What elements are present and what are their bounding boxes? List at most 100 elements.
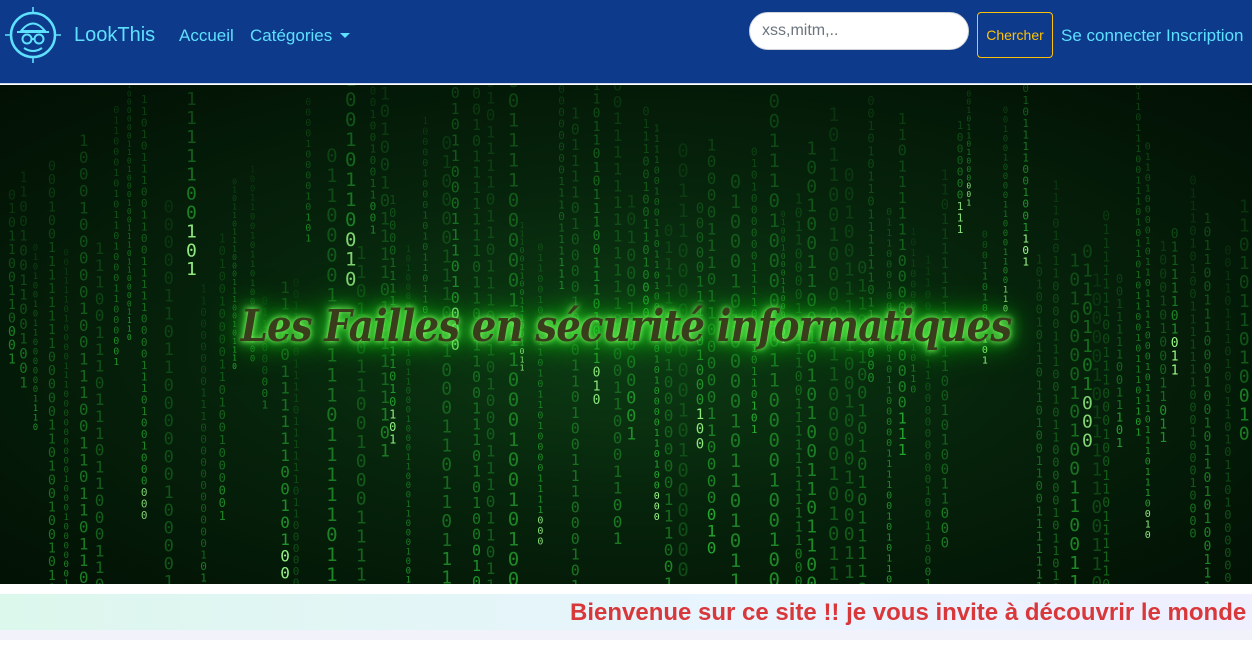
svg-text:1: 1 bbox=[1036, 580, 1043, 584]
svg-text:1: 1 bbox=[537, 369, 543, 380]
svg-text:1: 1 bbox=[356, 508, 367, 529]
categories-dropdown[interactable]: Catégories bbox=[250, 26, 351, 46]
svg-text:0: 0 bbox=[64, 485, 69, 495]
svg-text:0: 0 bbox=[730, 171, 741, 193]
svg-text:0: 0 bbox=[696, 260, 704, 276]
categories-label: Catégories bbox=[250, 26, 333, 45]
svg-text:0: 0 bbox=[537, 358, 543, 369]
svg-text:1: 1 bbox=[806, 536, 817, 557]
signup-link[interactable]: Inscription bbox=[1166, 26, 1243, 46]
svg-text:0: 0 bbox=[64, 333, 69, 343]
svg-text:0: 0 bbox=[326, 404, 337, 426]
svg-text:1: 1 bbox=[219, 509, 226, 523]
svg-text:0: 0 bbox=[1145, 173, 1151, 184]
svg-text:0: 0 bbox=[769, 449, 780, 471]
svg-text:1: 1 bbox=[508, 489, 519, 511]
svg-text:0: 0 bbox=[828, 184, 839, 206]
svg-text:0: 0 bbox=[1145, 278, 1151, 289]
svg-text:0: 0 bbox=[769, 230, 780, 252]
svg-text:1: 1 bbox=[441, 473, 452, 494]
svg-text:1: 1 bbox=[941, 183, 949, 199]
svg-text:1: 1 bbox=[941, 242, 949, 258]
svg-text:0: 0 bbox=[19, 302, 27, 318]
svg-text:0: 0 bbox=[19, 214, 27, 230]
svg-text:0: 0 bbox=[677, 559, 688, 581]
svg-text:1: 1 bbox=[422, 116, 428, 127]
svg-text:0: 0 bbox=[113, 158, 119, 169]
nav-link-home[interactable]: Accueil bbox=[179, 26, 234, 46]
svg-text:1: 1 bbox=[677, 400, 688, 422]
svg-text:0: 0 bbox=[508, 190, 519, 212]
svg-text:1: 1 bbox=[422, 263, 428, 274]
svg-text:0: 0 bbox=[677, 420, 688, 442]
svg-text:0: 0 bbox=[508, 210, 519, 232]
svg-text:0: 0 bbox=[677, 459, 688, 481]
svg-text:0: 0 bbox=[844, 165, 855, 186]
svg-text:0: 0 bbox=[769, 90, 780, 112]
svg-text:0: 0 bbox=[654, 481, 660, 492]
svg-text:0: 0 bbox=[886, 407, 892, 418]
svg-text:0: 0 bbox=[654, 386, 660, 397]
svg-text:1: 1 bbox=[828, 563, 839, 584]
svg-text:1: 1 bbox=[1069, 496, 1080, 517]
svg-text:1: 1 bbox=[941, 359, 949, 375]
login-link[interactable]: Se connecter bbox=[1061, 26, 1161, 46]
search-button[interactable]: Chercher bbox=[977, 12, 1053, 58]
svg-text:1: 1 bbox=[19, 288, 27, 304]
svg-text:0: 0 bbox=[19, 258, 27, 274]
brand-link[interactable]: LookThis bbox=[4, 6, 155, 64]
svg-text:1: 1 bbox=[537, 484, 543, 495]
svg-text:1: 1 bbox=[326, 484, 337, 506]
svg-text:0: 0 bbox=[422, 148, 428, 159]
svg-text:1: 1 bbox=[828, 144, 839, 166]
svg-text:0: 0 bbox=[769, 549, 780, 571]
svg-text:1: 1 bbox=[941, 403, 949, 419]
svg-text:1: 1 bbox=[654, 218, 660, 229]
svg-text:1: 1 bbox=[1145, 236, 1151, 247]
svg-text:0: 0 bbox=[941, 389, 949, 405]
svg-text:0: 0 bbox=[64, 466, 69, 476]
svg-text:0: 0 bbox=[441, 379, 452, 400]
svg-text:1: 1 bbox=[441, 492, 452, 513]
svg-text:0: 0 bbox=[406, 425, 411, 435]
svg-text:0: 0 bbox=[232, 362, 237, 371]
svg-text:0: 0 bbox=[941, 197, 949, 213]
svg-text:0: 0 bbox=[508, 549, 519, 571]
svg-text:0: 0 bbox=[113, 105, 119, 116]
svg-text:0: 0 bbox=[305, 181, 311, 192]
svg-text:0: 0 bbox=[593, 393, 601, 408]
svg-text:0: 0 bbox=[1135, 281, 1141, 292]
svg-text:1: 1 bbox=[966, 199, 971, 208]
svg-text:0: 0 bbox=[886, 260, 892, 271]
svg-text:1: 1 bbox=[1145, 477, 1151, 488]
svg-text:1: 1 bbox=[730, 410, 741, 432]
svg-text:0: 0 bbox=[844, 373, 855, 394]
svg-text:0: 0 bbox=[1135, 228, 1141, 239]
welcome-marquee: Bienvenue sur ce site !! je vous invite … bbox=[0, 594, 1252, 630]
svg-text:0: 0 bbox=[33, 423, 38, 433]
svg-text:1: 1 bbox=[613, 529, 623, 548]
svg-text:1: 1 bbox=[200, 583, 207, 584]
svg-text:0: 0 bbox=[113, 273, 119, 284]
svg-text:1: 1 bbox=[537, 400, 543, 411]
svg-text:0: 0 bbox=[1003, 191, 1008, 201]
svg-text:0: 0 bbox=[113, 137, 119, 148]
svg-text:1: 1 bbox=[828, 164, 839, 186]
svg-text:1: 1 bbox=[406, 368, 411, 378]
search-input[interactable] bbox=[749, 12, 969, 50]
svg-text:0: 0 bbox=[844, 354, 855, 375]
svg-text:0: 0 bbox=[857, 580, 867, 584]
svg-text:1: 1 bbox=[886, 239, 892, 250]
svg-text:0: 0 bbox=[356, 281, 367, 302]
svg-text:1: 1 bbox=[1135, 218, 1141, 229]
svg-text:1: 1 bbox=[1145, 362, 1151, 373]
svg-text:0: 0 bbox=[677, 140, 688, 162]
svg-text:1: 1 bbox=[558, 279, 565, 292]
svg-text:0: 0 bbox=[654, 512, 660, 523]
svg-text:0: 0 bbox=[982, 282, 988, 293]
svg-text:0: 0 bbox=[508, 269, 519, 291]
svg-text:0: 0 bbox=[305, 107, 311, 118]
svg-text:1: 1 bbox=[1145, 152, 1151, 163]
svg-text:0: 0 bbox=[508, 389, 519, 411]
svg-text:1: 1 bbox=[250, 232, 255, 242]
